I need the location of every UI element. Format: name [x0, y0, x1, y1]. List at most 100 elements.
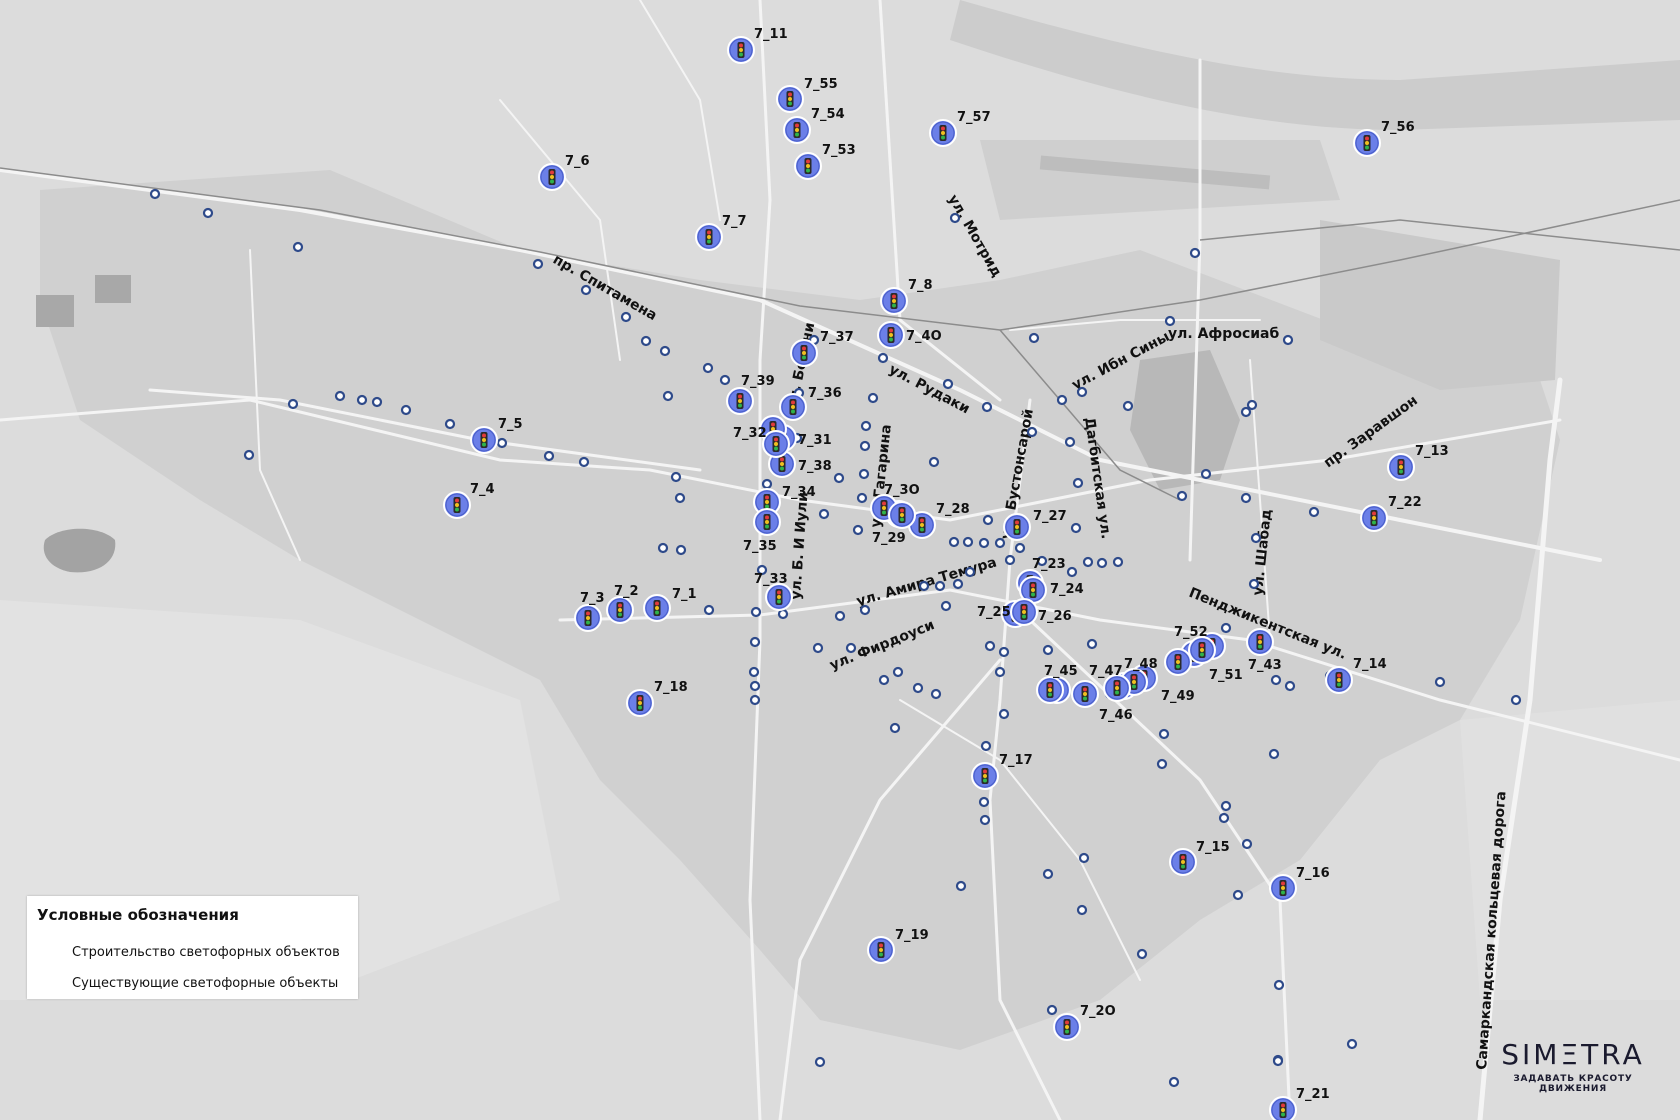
existing-signal[interactable]	[928, 456, 940, 468]
new-signal-7_2[interactable]	[606, 596, 634, 624]
existing-signal[interactable]	[979, 814, 991, 826]
existing-signal[interactable]	[878, 674, 890, 686]
existing-signal[interactable]	[334, 390, 346, 402]
existing-signal[interactable]	[749, 680, 761, 692]
existing-signal[interactable]	[845, 642, 857, 654]
existing-signal[interactable]	[662, 390, 674, 402]
new-signal-7_4[interactable]	[443, 491, 471, 519]
existing-signal[interactable]	[620, 311, 632, 323]
existing-signal[interactable]	[1156, 758, 1168, 770]
existing-signal[interactable]	[1164, 315, 1176, 327]
existing-signal[interactable]	[955, 880, 967, 892]
existing-signal[interactable]	[1282, 334, 1294, 346]
existing-signal[interactable]	[859, 604, 871, 616]
existing-signal[interactable]	[962, 536, 974, 548]
existing-signal[interactable]	[1240, 492, 1252, 504]
existing-signal[interactable]	[659, 345, 671, 357]
new-signal-7_27[interactable]	[1003, 513, 1031, 541]
existing-signal[interactable]	[1096, 557, 1108, 569]
new-signal-7_17[interactable]	[971, 762, 999, 790]
new-signal-7_13[interactable]	[1387, 453, 1415, 481]
existing-signal[interactable]	[889, 722, 901, 734]
existing-signal[interactable]	[852, 524, 864, 536]
existing-signal[interactable]	[400, 404, 412, 416]
new-signal-7_1[interactable]	[643, 594, 671, 622]
new-signal-7_54[interactable]	[783, 116, 811, 144]
existing-signal[interactable]	[748, 666, 760, 678]
existing-signal[interactable]	[867, 392, 879, 404]
existing-signal[interactable]	[912, 682, 924, 694]
existing-signal[interactable]	[750, 606, 762, 618]
existing-signal[interactable]	[1136, 948, 1148, 960]
existing-signal[interactable]	[1082, 556, 1094, 568]
existing-signal[interactable]	[860, 420, 872, 432]
existing-signal[interactable]	[856, 492, 868, 504]
existing-signal[interactable]	[818, 508, 830, 520]
new-signal-cluster[interactable]	[762, 430, 790, 458]
existing-signal[interactable]	[949, 212, 961, 224]
existing-signal[interactable]	[1189, 247, 1201, 259]
existing-signal[interactable]	[578, 456, 590, 468]
existing-signal[interactable]	[543, 450, 555, 462]
existing-signal[interactable]	[994, 666, 1006, 678]
existing-signal[interactable]	[1028, 332, 1040, 344]
new-signal-cluster[interactable]	[1188, 636, 1216, 664]
new-signal-7_37[interactable]	[790, 339, 818, 367]
existing-signal[interactable]	[1241, 838, 1253, 850]
new-signal-7_14[interactable]	[1325, 666, 1353, 694]
existing-signal[interactable]	[980, 740, 992, 752]
existing-signal[interactable]	[1246, 399, 1258, 411]
existing-signal[interactable]	[1066, 566, 1078, 578]
existing-signal[interactable]	[1272, 1055, 1284, 1067]
new-signal-7_11[interactable]	[727, 36, 755, 64]
existing-signal[interactable]	[994, 537, 1006, 549]
existing-signal[interactable]	[814, 1056, 826, 1068]
existing-signal[interactable]	[942, 378, 954, 390]
existing-signal[interactable]	[930, 688, 942, 700]
existing-signal[interactable]	[1346, 1038, 1358, 1050]
new-signal-cluster[interactable]	[888, 501, 916, 529]
existing-signal[interactable]	[934, 580, 946, 592]
existing-signal[interactable]	[833, 472, 845, 484]
existing-signal[interactable]	[877, 352, 889, 364]
existing-signal[interactable]	[1176, 490, 1188, 502]
existing-signal[interactable]	[892, 666, 904, 678]
existing-signal[interactable]	[1168, 1076, 1180, 1088]
existing-signal[interactable]	[1200, 468, 1212, 480]
existing-signal[interactable]	[1004, 554, 1016, 566]
existing-signal[interactable]	[243, 449, 255, 461]
existing-signal[interactable]	[1076, 904, 1088, 916]
new-signal-7_39[interactable]	[726, 387, 754, 415]
new-signal-7_20[interactable]	[1053, 1013, 1081, 1041]
existing-signal[interactable]	[674, 492, 686, 504]
existing-signal[interactable]	[292, 241, 304, 253]
new-signal-7_56[interactable]	[1353, 129, 1381, 157]
existing-signal[interactable]	[580, 284, 592, 296]
existing-signal[interactable]	[702, 362, 714, 374]
new-signal-7_16[interactable]	[1269, 874, 1297, 902]
new-signal-7_19[interactable]	[867, 936, 895, 964]
existing-signal[interactable]	[149, 188, 161, 200]
existing-signal[interactable]	[1218, 812, 1230, 824]
new-signal-7_18[interactable]	[626, 689, 654, 717]
new-signal-7_33[interactable]	[765, 583, 793, 611]
existing-signal[interactable]	[1070, 522, 1082, 534]
existing-signal[interactable]	[202, 207, 214, 219]
existing-signal[interactable]	[1026, 426, 1038, 438]
existing-signal[interactable]	[834, 610, 846, 622]
new-signal-7_35[interactable]	[753, 508, 781, 536]
existing-signal[interactable]	[657, 542, 669, 554]
new-signal-cluster[interactable]	[1036, 676, 1064, 704]
new-signal-7_43[interactable]	[1246, 628, 1274, 656]
existing-signal[interactable]	[858, 468, 870, 480]
existing-signal[interactable]	[940, 600, 952, 612]
existing-signal[interactable]	[703, 604, 715, 616]
existing-signal[interactable]	[1056, 394, 1068, 406]
existing-signal[interactable]	[998, 708, 1010, 720]
existing-signal[interactable]	[287, 398, 299, 410]
new-signal-7_46[interactable]	[1071, 680, 1099, 708]
existing-signal[interactable]	[749, 636, 761, 648]
existing-signal[interactable]	[1122, 400, 1134, 412]
existing-signal[interactable]	[1220, 622, 1232, 634]
new-signal-7_57[interactable]	[929, 119, 957, 147]
